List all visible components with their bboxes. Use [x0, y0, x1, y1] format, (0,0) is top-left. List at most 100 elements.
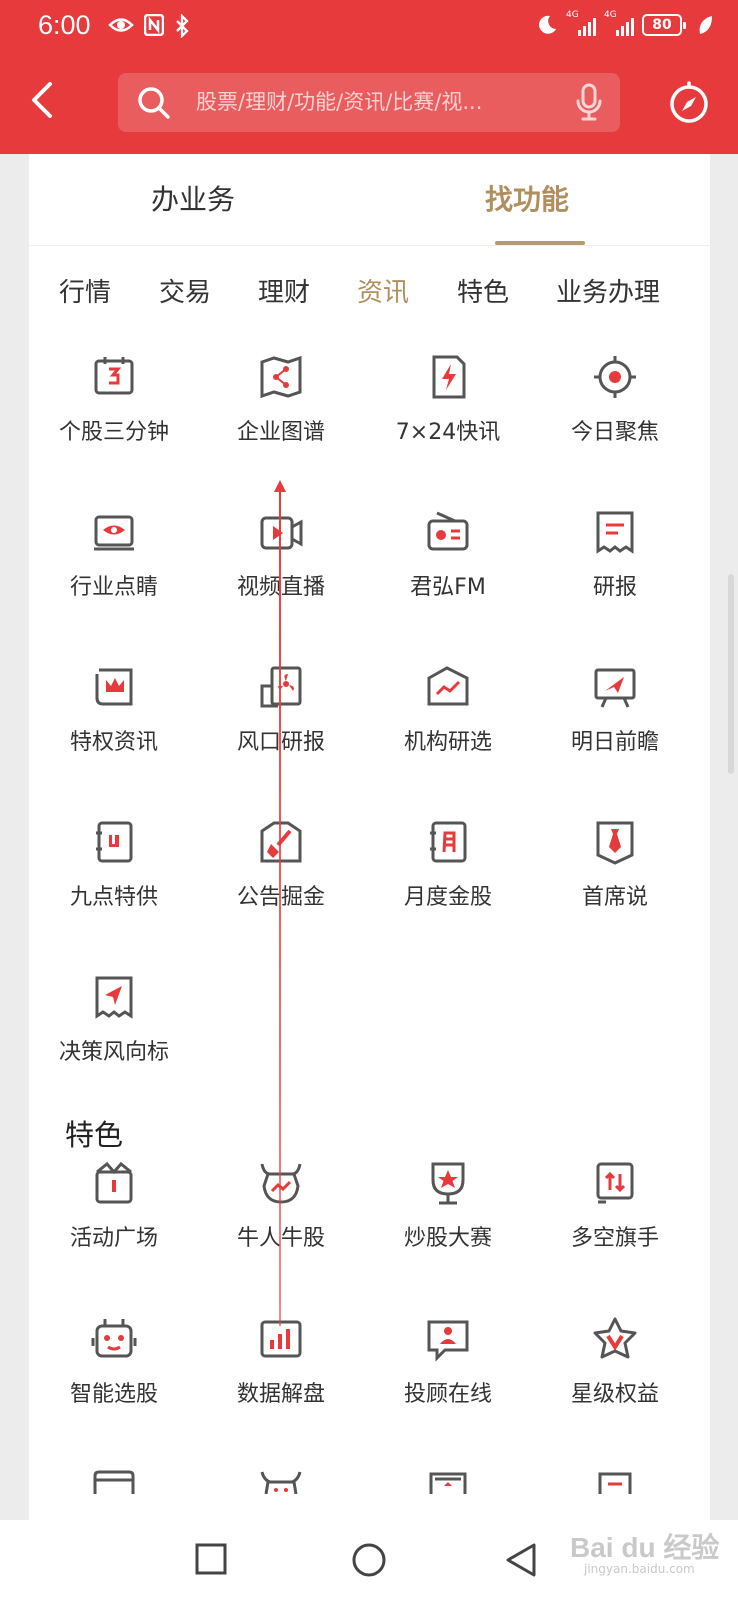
- recent-apps-icon[interactable]: [194, 1542, 228, 1576]
- network-1-label: 4G: [566, 10, 579, 20]
- grid-item-label: 机构研选: [403, 730, 492, 755]
- compass-icon[interactable]: [668, 80, 710, 124]
- grid-item-label: 企业图谱: [236, 420, 325, 445]
- grid-item-label: 决策风向标: [58, 1040, 169, 1065]
- tie-icon: [596, 821, 634, 865]
- grid-item-privilege-news[interactable]: 特权资讯: [29, 664, 199, 774]
- swipe-up-arrow-head: [274, 480, 286, 492]
- grid-item-label: 首席说: [581, 885, 648, 910]
- grid-item-company-map[interactable]: 企业图谱: [196, 354, 366, 464]
- grid-item-video-live[interactable]: 视频直播: [196, 509, 366, 619]
- clock-notebook-icon: [96, 821, 133, 863]
- watermark-url: jingyan.baidu.com: [584, 1562, 695, 1576]
- grid-item-advisor-online[interactable]: 投顾在线: [363, 1316, 533, 1426]
- grid-item-label: 月度金股: [403, 885, 492, 910]
- grid-item-label: 行业点睛: [69, 575, 158, 600]
- grid-item-hot-report[interactable]: 风口研报: [196, 664, 366, 774]
- grid-item-label: 多空旗手: [570, 1226, 659, 1251]
- grid-item-flash-news[interactable]: 7×24快讯: [363, 354, 533, 464]
- shovel-icon: [260, 821, 302, 863]
- swipe-up-arrow: [279, 486, 281, 1326]
- star-badge-icon: [593, 1317, 637, 1359]
- grid-item-today-focus[interactable]: 今日聚焦: [530, 354, 700, 464]
- tab-business[interactable]: 办业务: [151, 178, 235, 218]
- grid-item-label: 公告掘金: [196, 879, 366, 911]
- grid-item-label: 明日前瞻: [570, 730, 659, 755]
- baidu-watermark: Bai du 经验 jingyan.baidu.com: [570, 1520, 730, 1584]
- section-title-features: 特色: [65, 1118, 124, 1152]
- category-tab-services[interactable]: 业务办理: [556, 272, 660, 309]
- grid-item-label: 特权资讯: [69, 730, 158, 755]
- grid-item-label: 7×24快讯: [395, 420, 501, 445]
- network-2-label: 4G: [604, 10, 617, 20]
- search-icon: [138, 87, 170, 119]
- advisor-chat-icon: [427, 1320, 469, 1362]
- grid-item-long-short-flag[interactable]: 多空旗手: [530, 1160, 700, 1270]
- watermark-brand: Bai du 经验: [570, 1532, 720, 1563]
- grid-item-label: 牛人牛股: [196, 1220, 366, 1252]
- grid-item-data-analysis[interactable]: 数据解盘: [196, 1316, 366, 1426]
- status-bar: 6:00 4G 4G 80: [0, 0, 738, 52]
- search-input[interactable]: [196, 85, 551, 119]
- tab-find-function[interactable]: 找功能: [485, 178, 569, 218]
- grid-item-industry-insight[interactable]: 行业点睛: [29, 509, 199, 619]
- bull-icon: [260, 1163, 302, 1204]
- flash-news-icon: [432, 355, 466, 399]
- home-icon[interactable]: [351, 1542, 387, 1578]
- grid-item-stock-3min[interactable]: 个股三分钟: [29, 354, 199, 464]
- calendar-icon: [94, 357, 134, 395]
- main-tab-bar: 办业务 找功能: [29, 154, 710, 246]
- calendar-icon: [429, 1472, 467, 1494]
- grid-item-label: 研报: [592, 575, 637, 600]
- report-icon: [598, 1472, 632, 1494]
- grid-item-activity-square[interactable]: 活动广场: [29, 1160, 199, 1270]
- grid-item-label: 投顾在线: [403, 1382, 492, 1407]
- grid-item-trading-contest[interactable]: 炒股大赛: [363, 1160, 533, 1270]
- grid-item-label: 活动广场: [69, 1226, 158, 1251]
- grid-item-research-report[interactable]: 研报: [530, 509, 700, 619]
- grid-item-star-benefits[interactable]: 星级权益: [530, 1316, 700, 1426]
- card-icon: [93, 1470, 135, 1494]
- grid-item-decision-indicator[interactable]: 决策风向标: [29, 974, 199, 1084]
- video-icon: [260, 516, 303, 550]
- month-calendar-icon: [430, 821, 467, 863]
- telescope-board-icon: [594, 668, 636, 708]
- grid-item-smart-picking[interactable]: 智能选股: [29, 1316, 199, 1426]
- grid-item-tomorrow-outlook[interactable]: 明日前瞻: [530, 664, 700, 774]
- microphone-icon[interactable]: [576, 83, 602, 121]
- crown-scroll-icon: [95, 668, 133, 706]
- grid-item-label: 智能选股: [69, 1382, 158, 1407]
- grid-item-label: 今日聚焦: [570, 420, 659, 445]
- robot-icon: [91, 1319, 137, 1358]
- app-header: 6:00 4G 4G 80: [0, 0, 738, 154]
- grid-item-label: 星级权益: [570, 1382, 659, 1407]
- grid-item-label: 九点特供: [69, 885, 158, 910]
- gift-board-icon: [95, 1161, 133, 1204]
- grid-item-expert-stocks[interactable]: 牛人牛股: [196, 1160, 366, 1270]
- grid-item-monthly-golden[interactable]: 月度金股: [363, 819, 533, 929]
- search-bar[interactable]: [118, 73, 620, 132]
- trend-folder-icon: [427, 666, 469, 706]
- category-tab-news[interactable]: 资讯: [357, 272, 409, 309]
- category-tab-features[interactable]: 特色: [457, 272, 509, 309]
- moon-icon: [539, 15, 556, 34]
- back-icon[interactable]: [24, 78, 64, 122]
- share-map-icon: [260, 355, 302, 399]
- grid-item-label: 炒股大赛: [403, 1226, 492, 1251]
- bull-icon: [260, 1471, 302, 1494]
- grid-item-chief-talk[interactable]: 首席说: [530, 819, 700, 929]
- scrollbar[interactable]: [728, 574, 734, 774]
- category-tab-trade[interactable]: 交易: [159, 272, 211, 309]
- grid-item-institution-pick[interactable]: 机构研选: [363, 664, 533, 774]
- category-tab-market[interactable]: 行情: [59, 272, 111, 309]
- grid-item-nine-special[interactable]: 九点特供: [29, 819, 199, 929]
- signal-icon: 4G: [566, 10, 596, 36]
- grid-item-label: 数据解盘: [236, 1382, 325, 1407]
- back-nav-icon[interactable]: [504, 1542, 538, 1578]
- category-tab-wealth[interactable]: 理财: [258, 272, 310, 309]
- eye-screen-icon: [94, 515, 134, 551]
- compass-scroll-icon: [95, 976, 133, 1019]
- grid-item-junhong-fm[interactable]: 君弘FM: [363, 509, 533, 619]
- grid-item-label: 视频直播: [196, 569, 366, 601]
- grid-item-announcement-mining[interactable]: 公告掘金: [196, 819, 366, 929]
